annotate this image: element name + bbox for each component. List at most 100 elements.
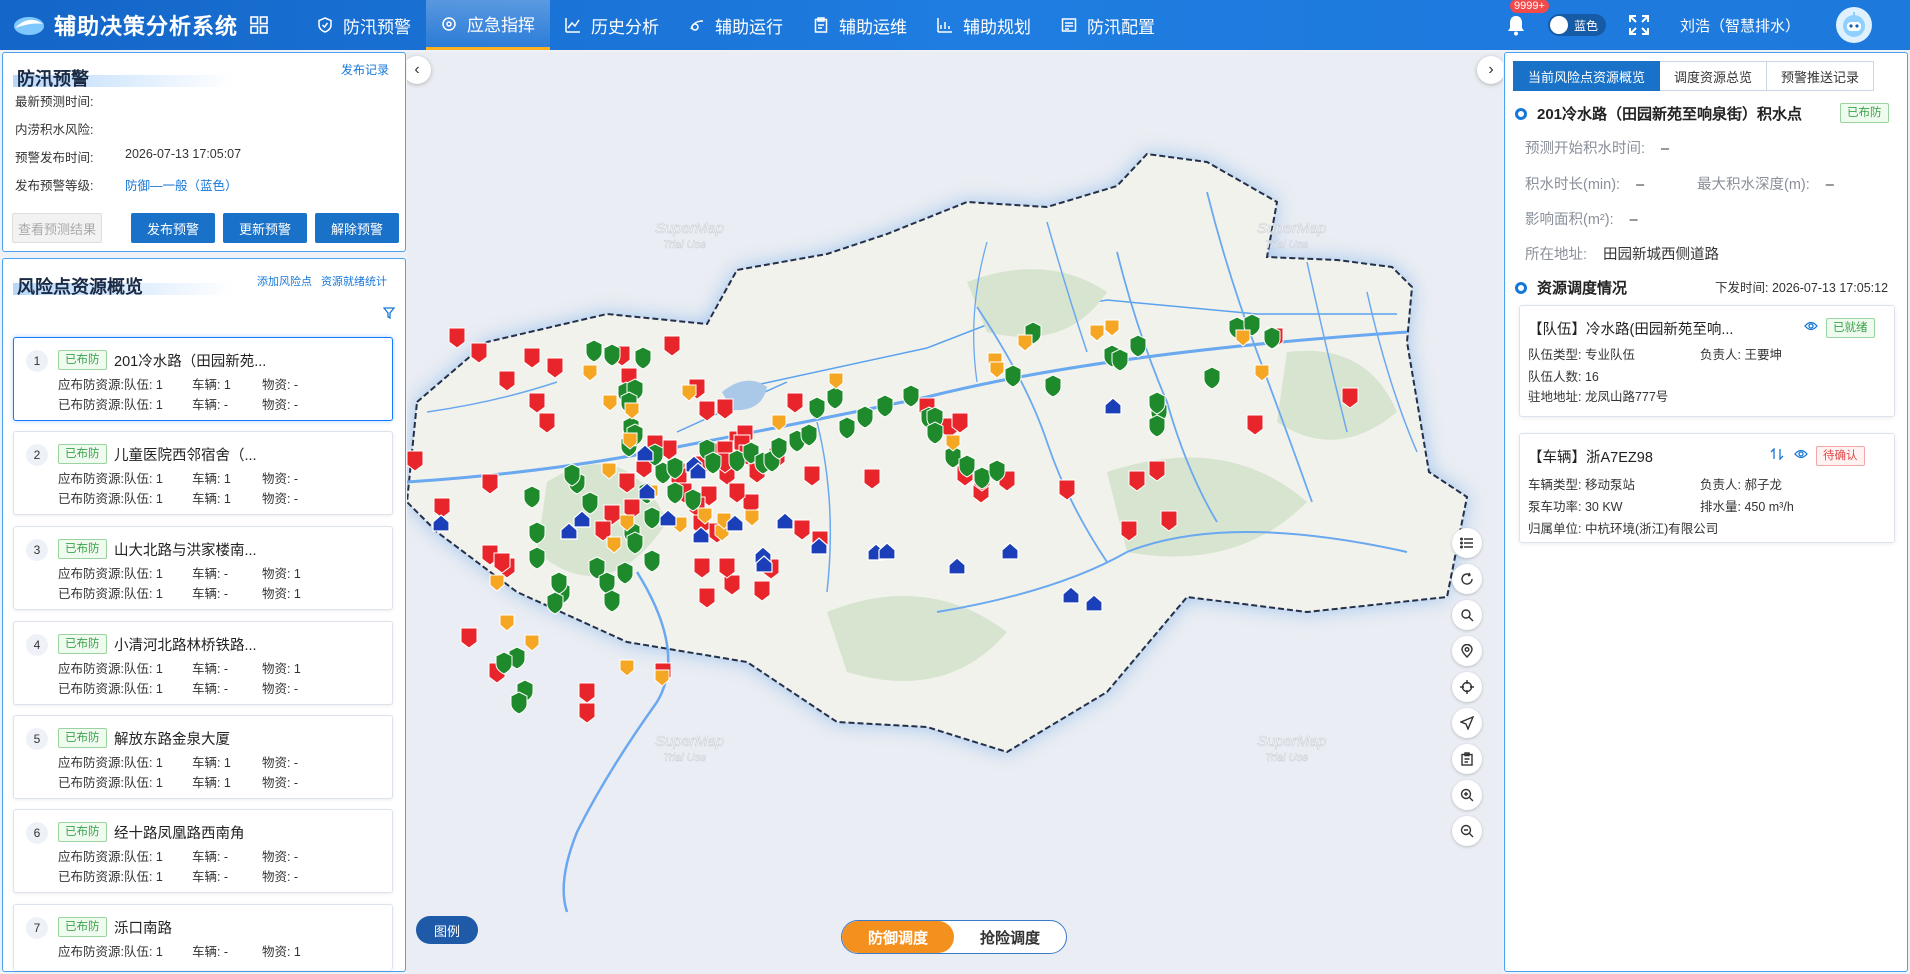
refresh-tool[interactable] [1452, 564, 1482, 594]
defense-team-marker[interactable] [523, 485, 541, 509]
defense-team-marker[interactable] [666, 481, 684, 505]
defense-team-marker[interactable] [1004, 364, 1022, 388]
defense-team-marker[interactable] [585, 339, 603, 363]
risk-point-marker[interactable] [578, 702, 596, 724]
material-marker[interactable] [499, 614, 515, 632]
defense-team-marker[interactable] [926, 421, 944, 445]
material-marker[interactable] [654, 669, 670, 687]
defense-team-marker[interactable] [603, 589, 621, 613]
app-grid-icon[interactable] [250, 16, 268, 34]
filter-icon[interactable] [383, 307, 395, 319]
publish-record-link[interactable]: 发布记录 [341, 61, 389, 78]
defense-team-marker[interactable] [603, 343, 621, 367]
navigate-tool[interactable] [1452, 708, 1482, 738]
defense-team-marker[interactable] [1129, 334, 1147, 358]
legend-button[interactable]: 图例 [416, 916, 478, 944]
nav-item-history-analysis[interactable]: 历史分析 [550, 0, 674, 50]
material-marker[interactable] [619, 659, 635, 677]
defense-team-marker[interactable] [643, 506, 661, 530]
defense-team-marker[interactable] [856, 405, 874, 429]
defense-team-marker[interactable] [958, 454, 976, 478]
defense-team-marker[interactable] [770, 436, 788, 460]
risk-card[interactable]: 5 已布防 解放东路金泉大厦 应布防资源:队伍: 1 车辆: 1 物资: - 已布防… [13, 715, 393, 799]
defense-team-marker[interactable] [626, 531, 644, 555]
defense-team-marker[interactable] [838, 416, 856, 440]
defense-team-marker[interactable] [1148, 414, 1166, 438]
defense-team-marker[interactable] [826, 386, 844, 410]
material-marker[interactable] [489, 574, 505, 592]
defense-team-marker[interactable] [973, 466, 991, 490]
map-canvas[interactable]: SuperMap Trial Use SuperMap Trial Use Su… [407, 52, 1503, 974]
update-warning-button[interactable]: 更新预警 [223, 213, 307, 243]
defense-team-marker[interactable] [876, 394, 894, 418]
zoom-out-tool[interactable] [1452, 816, 1482, 846]
nav-item-assist-maintain[interactable]: 辅助运维 [798, 0, 922, 50]
vehicle-resource-card[interactable]: 【车辆】浙A7EZ98 待确认 车辆类型: 移动泵站 负责人: 郝子龙 泵车功率… [1519, 433, 1895, 543]
rescue-dispatch-tab[interactable]: 抢险调度 [954, 921, 1066, 953]
defense-team-marker[interactable] [1203, 366, 1221, 390]
defense-team-marker[interactable] [528, 546, 546, 570]
defense-team-marker[interactable] [808, 396, 826, 420]
defense-team-marker[interactable] [581, 491, 599, 515]
defense-team-marker[interactable] [528, 521, 546, 545]
tab-current-risk-overview[interactable]: 当前风险点资源概览 [1513, 61, 1661, 91]
nav-item-emergency-command[interactable]: 应急指挥 [426, 0, 550, 50]
user-name[interactable]: 刘浩（智慧排水） [1680, 15, 1800, 36]
avatar[interactable] [1836, 7, 1872, 43]
defense-team-marker[interactable] [988, 459, 1006, 483]
risk-card[interactable]: 4 已布防 小清河北路林桥铁路... 应布防资源:队伍: 1 车辆: - 物资: 1… [13, 621, 393, 705]
eye-icon[interactable] [1804, 320, 1818, 332]
risk-card[interactable]: 6 已布防 经十路凤凰路西南角 应布防资源:队伍: 1 车辆: - 物资: - 已布… [13, 809, 393, 893]
nav-item-assist-plan[interactable]: 辅助规划 [922, 0, 1046, 50]
collapse-right-button[interactable]: › [1477, 56, 1503, 84]
clipboard-tool[interactable] [1452, 744, 1482, 774]
notification-bell[interactable]: 9999+ [1504, 0, 1549, 37]
risk-card[interactable]: 3 已布防 山大北路与洪家楼南... 应布防资源:队伍: 1 车辆: - 物资: 1… [13, 526, 393, 610]
fullscreen-icon[interactable] [1628, 14, 1650, 36]
publish-warning-button[interactable]: 发布预警 [131, 213, 215, 243]
view-forecast-button[interactable]: 查看预测结果 [12, 213, 102, 243]
tab-warning-push-records[interactable]: 预警推送记录 [1767, 61, 1875, 91]
defense-team-marker[interactable] [563, 463, 581, 487]
defense-team-marker[interactable] [510, 691, 528, 715]
crosshair-tool[interactable] [1452, 672, 1482, 702]
add-risk-point-link[interactable]: 添加风险点 [257, 273, 312, 289]
theme-toggle[interactable]: 蓝色 [1547, 14, 1606, 36]
risk-point-marker[interactable] [460, 627, 478, 649]
defense-team-marker[interactable] [1044, 374, 1062, 398]
defense-team-marker[interactable] [902, 384, 920, 408]
risk-card[interactable]: 7 已布防 泺口南路 应布防资源:队伍: 1 车辆: - 物资: 1 [13, 904, 393, 970]
defense-team-marker[interactable] [495, 651, 513, 675]
tab-dispatch-overview[interactable]: 调度资源总览 [1660, 61, 1768, 91]
zoom-in-tool[interactable] [1452, 780, 1482, 810]
risk-card[interactable]: 1 已布防 201冷水路（田园新苑... 应布防资源:队伍: 1 车辆: 1 物资:… [13, 337, 393, 421]
defense-team-marker[interactable] [634, 346, 652, 370]
defense-team-marker[interactable] [1111, 348, 1129, 372]
defense-team-marker[interactable] [643, 549, 661, 573]
nav-item-flood-warning[interactable]: 防汛预警 [302, 0, 426, 50]
defense-team-marker[interactable] [550, 571, 568, 595]
nav-item-assist-run[interactable]: 辅助运行 [674, 0, 798, 50]
nav-item-flood-config[interactable]: 防汛配置 [1046, 0, 1170, 50]
locate-resource-tool[interactable] [1452, 636, 1482, 666]
layer-list-tool[interactable] [1452, 528, 1482, 558]
team-resource-card[interactable]: 【队伍】冷水路(田园新苑至响... 已就绪 队伍类型: 专业队伍 负责人: 王要… [1519, 305, 1895, 417]
defense-team-marker[interactable] [704, 451, 722, 475]
resource-ready-stat-link[interactable]: 资源就绪统计 [321, 273, 387, 289]
defense-team-marker[interactable] [1263, 326, 1281, 350]
defense-team-marker[interactable] [546, 591, 564, 615]
map-view[interactable]: SuperMap Trial Use SuperMap Trial Use Su… [407, 52, 1503, 974]
swap-icon[interactable] [1770, 448, 1784, 460]
risk-card[interactable]: 2 已布防 儿童医院西邻宿舍（... 应布防资源:队伍: 1 车辆: 1 物资: -… [13, 431, 393, 515]
defense-team-marker[interactable] [800, 423, 818, 447]
search-tool[interactable] [1452, 600, 1482, 630]
release-warning-button[interactable]: 解除预警 [315, 213, 399, 243]
eye-icon[interactable] [1794, 448, 1808, 460]
risk-point-marker[interactable] [448, 327, 466, 349]
defense-team-marker[interactable] [1148, 391, 1166, 415]
risk-point-marker[interactable] [578, 682, 596, 704]
defense-team-marker[interactable] [616, 561, 634, 585]
defense-team-marker[interactable] [666, 456, 684, 480]
material-marker[interactable] [524, 634, 540, 652]
defense-dispatch-tab[interactable]: 防御调度 [842, 921, 954, 953]
